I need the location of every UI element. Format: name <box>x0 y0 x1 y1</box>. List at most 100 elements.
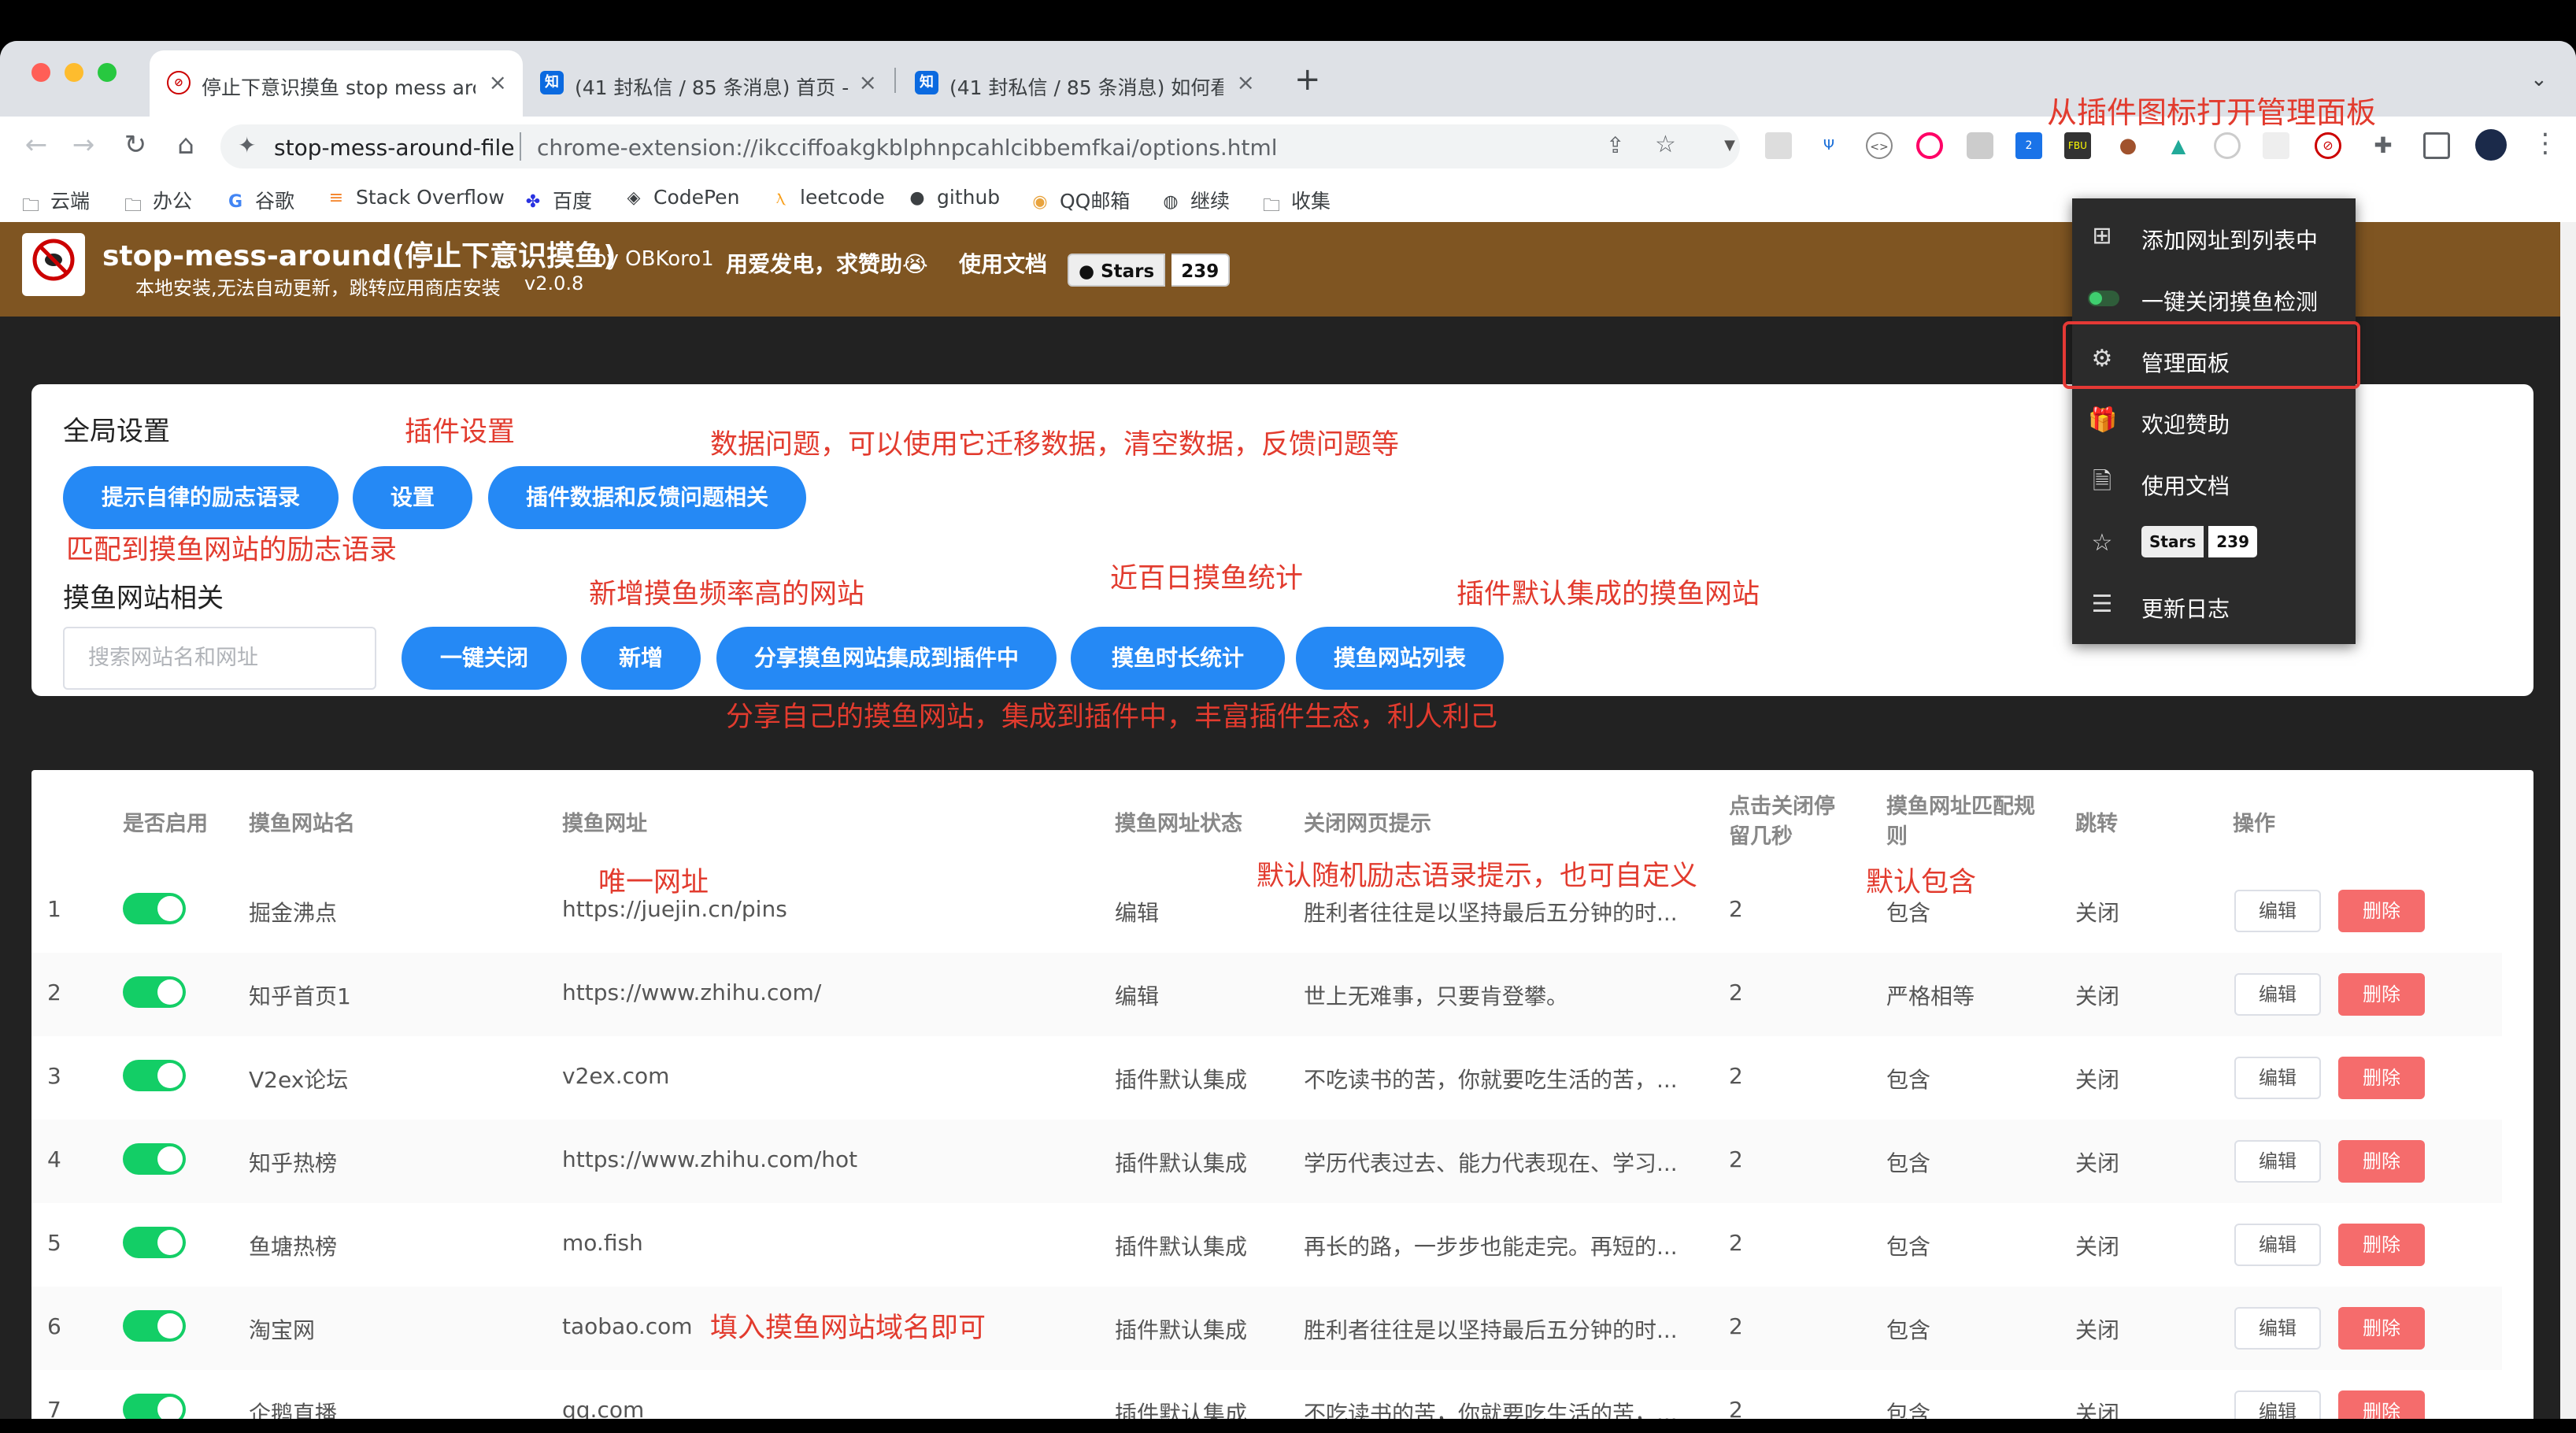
bookmark-leetcode[interactable]: ⲗ leetcode <box>768 186 885 209</box>
extension-stop-mess-icon[interactable]: ⊘ <box>2315 132 2341 159</box>
stay-seconds-cell: 2 <box>1729 1313 1743 1339</box>
close-all-button[interactable]: 一键关闭 <box>402 627 567 690</box>
extension-code-icon[interactable]: <> <box>1866 132 1893 159</box>
extension-vue-icon[interactable]: Ψ <box>1815 132 1842 159</box>
bookmark-star-icon[interactable]: ☆ <box>1655 131 1676 158</box>
author-link[interactable]: by OBKoro1 <box>594 247 714 271</box>
reload-button[interactable]: ↻ <box>118 129 153 161</box>
address-bar[interactable]: ✦ stop-mess-around-file chrome-extension… <box>220 124 1740 168</box>
delete-button[interactable]: 删除 <box>2338 973 2425 1016</box>
bookmark-continue[interactable]: ◍ 继续 <box>1159 186 1230 214</box>
menu-kebab-icon[interactable]: ⋮ <box>2532 128 2559 159</box>
site-name-cell: 企鹅直播 <box>249 1401 338 1419</box>
bookmark-qqmail[interactable]: ◉ QQ邮箱 <box>1028 186 1130 214</box>
tab-zhihu-home[interactable]: 知 (41 封私信 / 85 条消息) 首页 - 知 × <box>523 50 893 117</box>
popup-add-site[interactable]: ⊞ 添加网址到列表中 <box>2072 205 2356 266</box>
bookmark-codepen[interactable]: ◈ CodePen <box>622 186 740 209</box>
browser-window: ⊘ 停止下意识摸鱼 stop mess arou × 知 (41 封私信 / 8… <box>0 41 2576 1419</box>
minimize-window-button[interactable] <box>65 63 83 82</box>
data-feedback-button[interactable]: 插件数据和反馈问题相关 <box>488 466 806 529</box>
enable-toggle[interactable] <box>123 976 186 1008</box>
side-panel-icon[interactable] <box>2423 132 2450 159</box>
sponsor-link[interactable]: 用爱发电，求赞助😭 <box>726 247 928 279</box>
extension-box-icon[interactable] <box>1967 132 1993 159</box>
forward-button[interactable]: → <box>66 129 101 161</box>
extension-tree-icon[interactable]: ▲ <box>2165 132 2192 159</box>
bookmark-github[interactable]: ● github <box>905 186 1000 209</box>
close-window-button[interactable] <box>31 63 50 82</box>
extensions-puzzle-icon[interactable]: ✚ <box>2370 132 2396 159</box>
popup-sponsor[interactable]: 🎁 欢迎赞助 <box>2072 389 2356 450</box>
extension-badge-icon[interactable]: 2 <box>2015 132 2042 159</box>
gift-icon: 🎁 <box>2088 406 2118 434</box>
enable-toggle[interactable] <box>123 1394 186 1419</box>
new-tab-button[interactable]: + <box>1294 61 1321 98</box>
delete-button[interactable]: 删除 <box>2338 1390 2425 1419</box>
edit-button[interactable]: 编辑 <box>2234 1140 2321 1183</box>
edit-button[interactable]: 编辑 <box>2234 1224 2321 1266</box>
popup-item-label: 更新日志 <box>2141 596 2230 622</box>
bookmark-stackoverflow[interactable]: ≡ Stack Overflow <box>324 186 505 209</box>
enable-toggle[interactable] <box>123 1060 186 1091</box>
extension-cookie-icon[interactable]: ● <box>2115 132 2141 159</box>
bookmark-folder-office[interactable]: 🗀 办公 <box>121 186 193 216</box>
settings-button[interactable]: 设置 <box>353 466 472 529</box>
site-list-button[interactable]: 摸鱼网站列表 <box>1296 627 1504 690</box>
bookmark-folder-collect[interactable]: 🗀 收集 <box>1260 186 1331 216</box>
enable-toggle[interactable] <box>123 1143 186 1175</box>
docs-link[interactable]: 使用文档 <box>959 247 1047 279</box>
enable-toggle[interactable] <box>123 1227 186 1258</box>
add-page-icon: ⊞ <box>2092 222 2112 250</box>
delete-button[interactable]: 删除 <box>2338 890 2425 932</box>
popup-changelog[interactable]: ☰ 更新日志 <box>2072 573 2356 635</box>
extension-grid-icon[interactable] <box>1765 132 1792 159</box>
back-button[interactable]: ← <box>19 129 54 161</box>
bookmark-baidu[interactable]: ✤ 百度 <box>521 186 592 214</box>
bookmark-label: 办公 <box>153 190 193 213</box>
avatar[interactable] <box>2475 129 2507 161</box>
url-status-cell: 插件默认集成 <box>1115 1067 1248 1093</box>
home-button[interactable]: ⌂ <box>168 129 203 161</box>
install-note[interactable]: 本地安装,无法自动更新，跳转应用商店安装 <box>135 272 501 300</box>
page-scrollbar[interactable] <box>2560 222 2576 1419</box>
extension-fbu-icon[interactable]: FBU <box>2064 132 2091 159</box>
popup-docs[interactable]: 🗎 使用文档 <box>2072 450 2356 512</box>
tab-close-icon[interactable]: × <box>489 69 507 95</box>
jump-cell: 关闭 <box>2075 1401 2120 1419</box>
edit-button[interactable]: 编辑 <box>2234 1307 2321 1350</box>
jump-cell: 关闭 <box>2075 1234 2120 1260</box>
add-site-button[interactable]: 新增 <box>581 627 701 690</box>
stay-seconds-cell: 2 <box>1729 1230 1743 1256</box>
maximize-window-button[interactable] <box>98 63 117 82</box>
duration-stats-button[interactable]: 摸鱼时长统计 <box>1071 627 1285 690</box>
edit-button[interactable]: 编辑 <box>2234 1390 2321 1419</box>
github-stars-badge[interactable]: ● Stars 239 <box>1068 254 1231 287</box>
share-icon[interactable]: ⇪ <box>1606 132 1624 158</box>
enable-toggle[interactable] <box>123 893 186 924</box>
tab-zhihu-question[interactable]: 知 (41 封私信 / 85 条消息) 如何看待 × <box>898 50 1271 117</box>
edit-button[interactable]: 编辑 <box>2234 1057 2321 1099</box>
jump-cell: 关闭 <box>2075 900 2120 926</box>
bookmark-folder-cloud[interactable]: 🗀 云端 <box>19 186 90 216</box>
search-input[interactable]: 搜索网站名和网址 <box>63 627 376 690</box>
extension-circle-icon[interactable] <box>2214 132 2241 159</box>
tab-close-icon[interactable]: × <box>1237 69 1255 95</box>
delete-button[interactable]: 删除 <box>2338 1140 2425 1183</box>
delete-button[interactable]: 删除 <box>2338 1057 2425 1099</box>
share-sites-button[interactable]: 分享摸鱼网站集成到插件中 <box>716 627 1057 690</box>
popup-toggle-detection[interactable]: 一键关闭摸鱼检测 <box>2072 266 2356 328</box>
motto-button[interactable]: 提示自律的励志语录 <box>63 466 339 529</box>
delete-button[interactable]: 删除 <box>2338 1307 2425 1350</box>
extension-sheet-icon[interactable] <box>2263 132 2289 159</box>
edit-button[interactable]: 编辑 <box>2234 890 2321 932</box>
extension-v-icon[interactable]: ▼ <box>1716 132 1743 159</box>
delete-button[interactable]: 删除 <box>2338 1224 2425 1266</box>
tab-stop-mess-around[interactable]: ⊘ 停止下意识摸鱼 stop mess arou × <box>150 50 523 117</box>
tab-search-chevron-icon[interactable]: ⌄ <box>2530 68 2548 91</box>
popup-github-stars[interactable]: ☆ Stars 239 <box>2072 512 2356 573</box>
enable-toggle[interactable] <box>123 1310 186 1342</box>
bookmark-google[interactable]: G 谷歌 <box>224 186 294 214</box>
extension-ring-icon[interactable] <box>1916 132 1943 159</box>
tab-close-icon[interactable]: × <box>859 69 877 95</box>
edit-button[interactable]: 编辑 <box>2234 973 2321 1016</box>
